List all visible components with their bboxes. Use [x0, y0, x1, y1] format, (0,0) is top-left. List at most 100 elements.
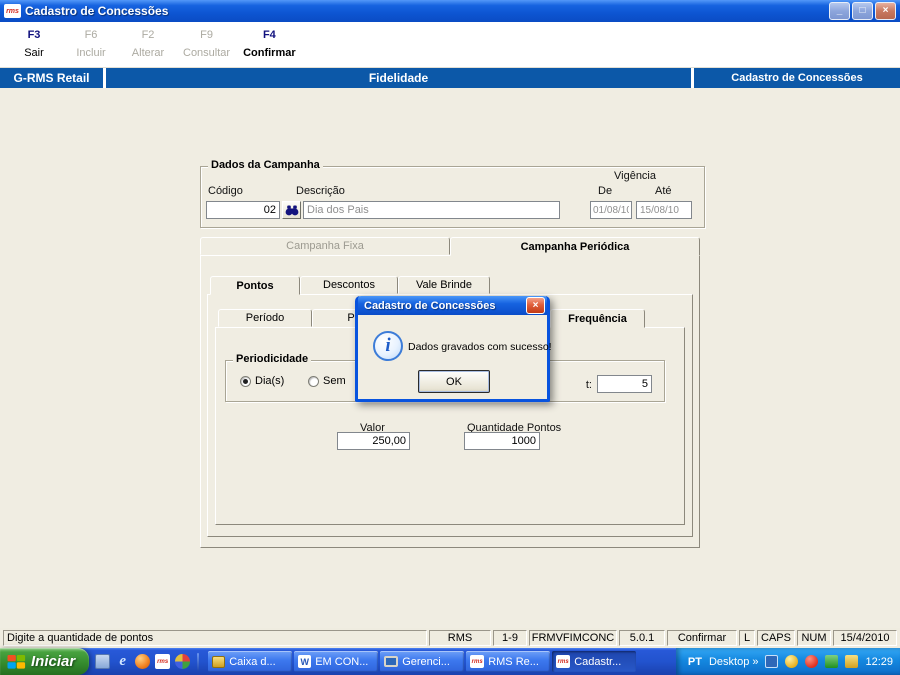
quicklaunch-rms-icon[interactable]: rms	[155, 654, 171, 669]
vigencia-ate-input[interactable]	[636, 201, 692, 219]
toolbar-confirmar-button[interactable]: F4 Confirmar	[243, 29, 296, 59]
status-panel-system: RMS	[429, 630, 491, 646]
rms-app-icon: rms	[470, 655, 485, 668]
tab-pontos[interactable]: Pontos	[210, 276, 300, 295]
status-panel-form: FRMVFIMCONC	[529, 630, 617, 646]
restore-icon[interactable]: □	[852, 2, 873, 20]
tab-periodo[interactable]: Período	[218, 309, 312, 327]
info-icon: i	[373, 331, 403, 361]
dialog-message: Dados gravados com sucesso!	[408, 341, 552, 353]
taskbar-item-label: EM CON...	[315, 655, 369, 668]
window-title: Cadastro de Concessões	[25, 4, 169, 18]
dados-campanha-legend: Dados da Campanha	[208, 159, 323, 172]
codigo-label: Código	[208, 185, 243, 197]
radio-semana-label: Sem	[323, 375, 346, 387]
de-label: De	[598, 185, 613, 197]
word-document-icon: W	[298, 655, 312, 668]
descricao-input[interactable]	[303, 201, 560, 219]
dialog-close-icon[interactable]: ×	[526, 297, 545, 314]
quicklaunch-media-icon[interactable]	[175, 654, 191, 669]
taskbar-item-label: Gerenci...	[402, 655, 450, 668]
toolbar-alterar-label: Alterar	[131, 47, 165, 59]
toolbar-incluir-button: F6 Incluir	[69, 29, 113, 59]
status-panel-action: Confirmar	[667, 630, 737, 646]
start-label: Iniciar	[31, 653, 76, 670]
internet-explorer-icon[interactable]: e	[115, 654, 130, 669]
toolbar-sair-label: Sair	[24, 47, 44, 59]
dialog-titlebar: Cadastro de Concessões ×	[358, 296, 547, 315]
desktop-toolbar-label: Desktop	[708, 655, 750, 668]
monitor-icon	[384, 656, 399, 667]
tray-badge-icon[interactable]	[845, 655, 859, 668]
ate-label: Até	[655, 185, 672, 197]
vigencia-de-input[interactable]	[590, 201, 632, 219]
taskbar: Iniciar e rms Caixa d... W EM CON... Ger…	[0, 648, 900, 675]
window-controls: _ □ ×	[829, 2, 896, 20]
status-panel-range: 1-9	[493, 630, 527, 646]
tab-campanha-fixa: Campanha Fixa	[200, 237, 450, 255]
minimize-icon[interactable]: _	[829, 2, 850, 20]
taskbar-item-caixa[interactable]: Caixa d...	[208, 651, 293, 672]
dialog-title: Cadastro de Concessões	[364, 299, 496, 312]
taskbar-item-gerenciador[interactable]: Gerenci...	[380, 651, 465, 672]
main-content: Dados da Campanha Vigência Código Descri…	[0, 88, 900, 628]
tray-shield-icon[interactable]	[825, 655, 839, 668]
window-titlebar: rms Cadastro de Concessões _ □ ×	[0, 0, 900, 22]
function-toolbar: F3 Sair F6 Incluir F2 Alterar F9 Consult…	[0, 22, 900, 68]
application-window: rms Cadastro de Concessões _ □ × F3 Sair…	[0, 0, 900, 675]
banner-module: Fidelidade	[106, 68, 691, 88]
toolbar-consultar-label: Consultar	[183, 47, 231, 59]
toolbar-sair-button[interactable]: F3 Sair	[12, 29, 56, 59]
banner-screen: Cadastro de Concessões	[694, 68, 900, 88]
taskbar-item-emcon[interactable]: W EM CON...	[294, 651, 379, 672]
radio-selected-icon	[240, 375, 251, 387]
radio-semana[interactable]: Sem	[308, 375, 346, 387]
quantidade-pontos-input[interactable]	[464, 432, 540, 450]
tab-frequencia[interactable]: Frequência	[550, 309, 645, 328]
status-panel-caps: CAPS	[757, 630, 795, 646]
valor-input[interactable]	[337, 432, 410, 450]
toolbar-incluir-label: Incluir	[76, 47, 106, 59]
banner-product: G-RMS Retail	[0, 68, 103, 88]
frequencia-qty-label: t:	[585, 379, 592, 391]
vigencia-label: Vigência	[614, 170, 656, 182]
start-button[interactable]: Iniciar	[0, 648, 90, 675]
status-panel-version: 5.0.1	[619, 630, 665, 646]
toolbar-incluir-key: F6	[84, 29, 98, 41]
tray-alert-icon[interactable]	[805, 655, 819, 668]
language-indicator[interactable]: PT	[688, 656, 702, 668]
frequencia-qty-input[interactable]	[597, 375, 652, 393]
toolbar-consultar-key: F9	[200, 29, 213, 41]
taskbar-item-cadastro[interactable]: rms Cadastr...	[552, 651, 637, 672]
rms-app-icon: rms	[556, 655, 571, 668]
status-panel-num: NUM	[797, 630, 831, 646]
radio-dias[interactable]: Dia(s)	[240, 375, 284, 387]
ok-button[interactable]: OK	[418, 370, 490, 393]
module-banner: G-RMS Retail Fidelidade Cadastro de Conc…	[0, 68, 900, 88]
status-bar: Digite a quantidade de pontos RMS 1-9 FR…	[0, 628, 900, 648]
search-binoculars-button[interactable]	[282, 201, 301, 219]
codigo-input[interactable]	[206, 201, 280, 219]
desktop-toolbar[interactable]: Desktop »	[709, 656, 758, 668]
status-message: Digite a quantidade de pontos	[3, 630, 427, 646]
quicklaunch-orange-icon[interactable]	[135, 654, 151, 669]
windows-flag-icon	[7, 654, 26, 669]
tab-vale-brinde[interactable]: Vale Brinde	[398, 276, 490, 294]
app-icon: rms	[4, 4, 21, 18]
toolbar-confirmar-key: F4	[262, 29, 276, 41]
quick-launch: e rms	[89, 652, 207, 671]
taskbar-item-rms-retail[interactable]: rms RMS Re...	[466, 651, 551, 672]
close-icon[interactable]: ×	[875, 2, 896, 20]
toolbar-confirmar-label: Confirmar	[243, 47, 296, 59]
message-dialog: Cadastro de Concessões × i Dados gravado…	[355, 296, 552, 402]
show-desktop-icon[interactable]	[95, 654, 111, 669]
tray-status-icon[interactable]	[785, 655, 799, 668]
periodicidade-legend: Periodicidade	[233, 353, 312, 366]
taskbar-divider	[197, 652, 200, 671]
tab-campanha-periodica[interactable]: Campanha Periódica	[450, 237, 700, 256]
taskbar-item-label: RMS Re...	[488, 655, 539, 668]
tab-descontos[interactable]: Descontos	[300, 276, 398, 294]
taskbar-clock[interactable]: 12:29	[865, 656, 893, 668]
tray-display-icon[interactable]	[765, 655, 779, 668]
system-tray: PT Desktop » 12:29	[675, 648, 900, 675]
